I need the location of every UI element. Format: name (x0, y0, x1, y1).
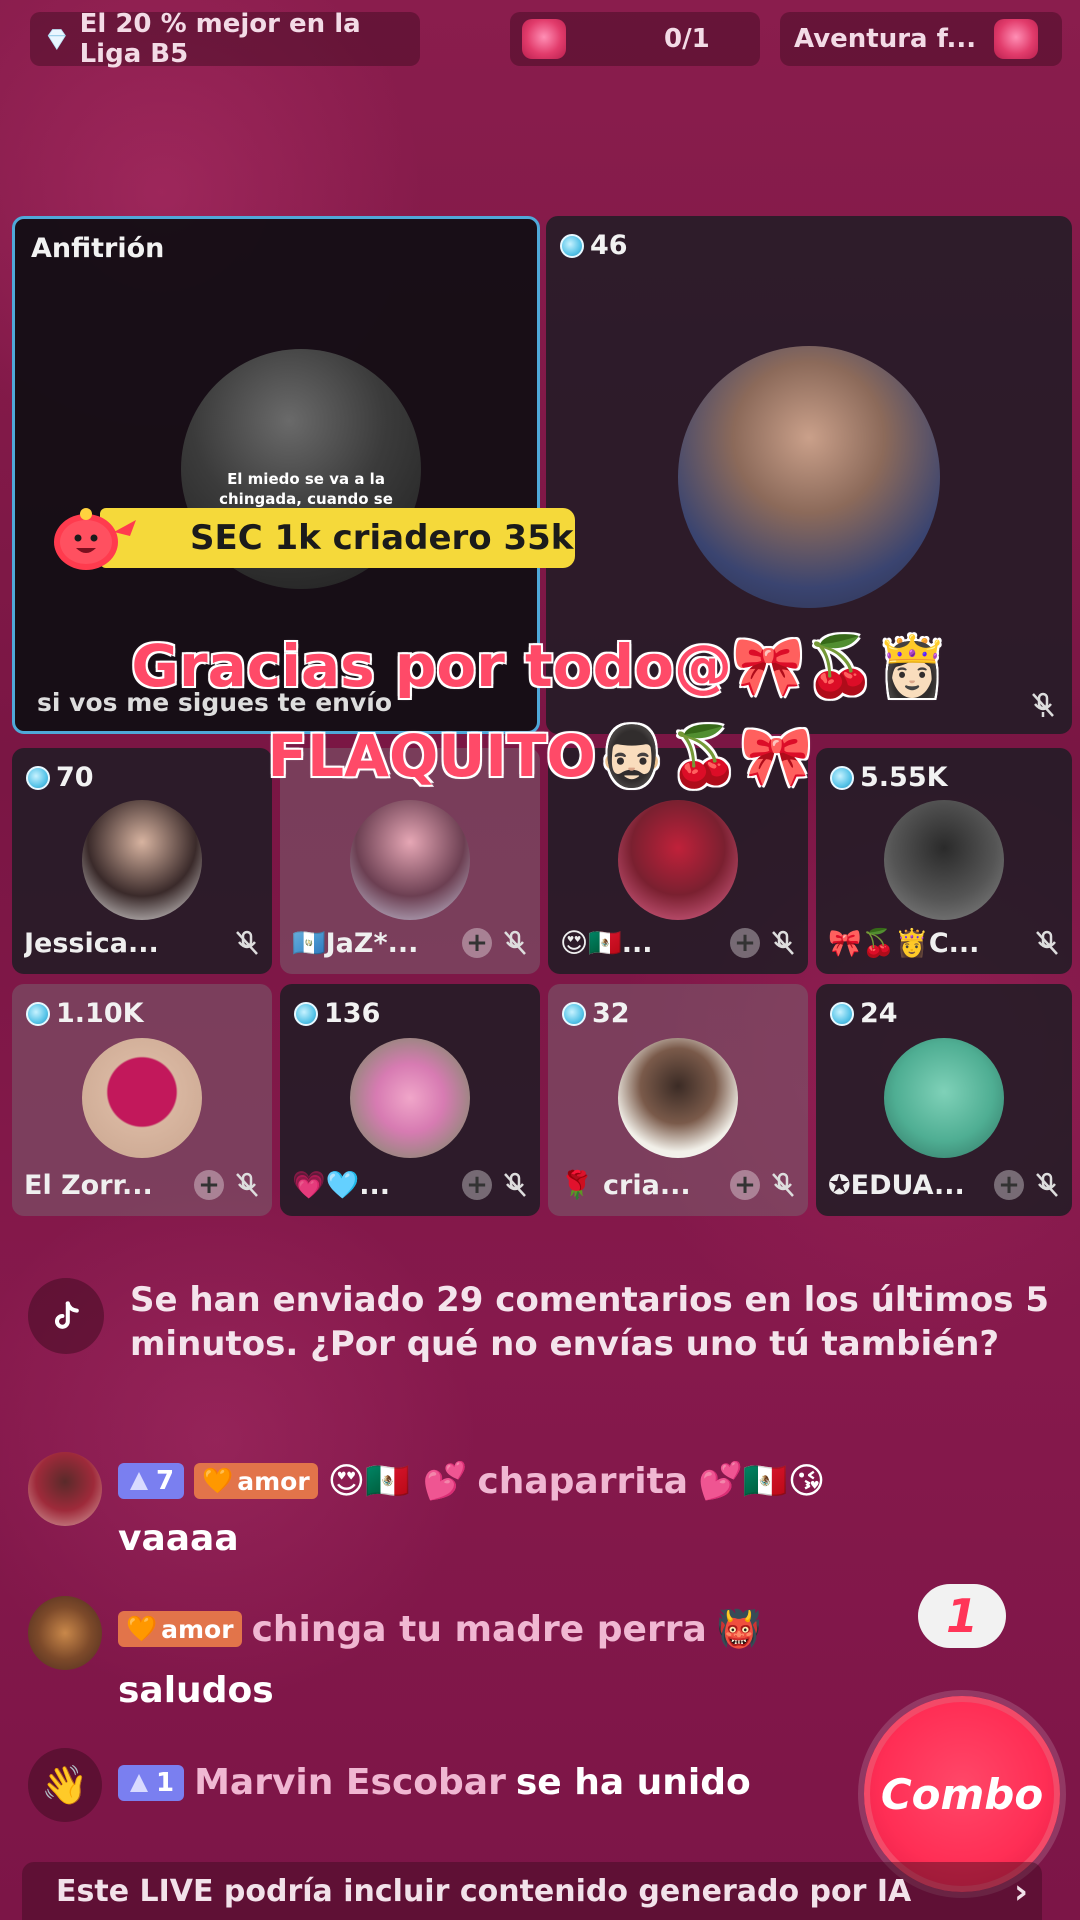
guest-seat-6[interactable]: 1.10K El Zorr... + (12, 984, 272, 1216)
guest-seat-8[interactable]: 32 🌹 cria... + (548, 984, 808, 1216)
add-friend-button[interactable]: + (994, 1170, 1024, 1200)
adventure-text: Aventura f... (794, 24, 977, 54)
gift-progress-text: 0/1 (664, 24, 710, 54)
ai-notice-text: Este LIVE podría incluir contenido gener… (56, 1873, 912, 1909)
chat-message-text: saludos (118, 1670, 274, 1711)
treasure-chest-icon (994, 19, 1039, 59)
coin-icon (562, 1001, 586, 1026)
guest-seat-9[interactable]: 24 ✪EDUA... + (816, 984, 1072, 1216)
guest-avatar (350, 800, 470, 920)
add-friend-button[interactable]: + (462, 928, 492, 958)
coin-icon (560, 233, 584, 258)
league-rank-pill[interactable]: El 20 % mejor en la Liga B5 (30, 9, 420, 69)
league-rank-text: El 20 % mejor en la Liga B5 (79, 9, 361, 69)
user-avatar[interactable] (28, 1452, 102, 1526)
guest-avatar (884, 800, 1004, 920)
guest-avatar (82, 1038, 202, 1158)
guest-seat-7[interactable]: 136 💗🩵... + (280, 984, 540, 1216)
chevron-right-icon: › (1013, 1872, 1028, 1912)
mascot-icon (54, 508, 136, 570)
mic-muted-icon (504, 1172, 526, 1197)
level-icon (130, 1472, 148, 1490)
seat-name: 💗🩵... (292, 1170, 391, 1201)
seat-coins: 136 (294, 998, 380, 1029)
coin-icon (26, 1001, 50, 1026)
username-prefix-emoji: 😍🇲🇽 💕 (327, 1461, 468, 1502)
seat-name: 🎀🍒👸C... (828, 928, 980, 959)
mic-muted-icon (236, 930, 258, 955)
goal-text: SEC 1k criadero 35k (100, 508, 575, 568)
fan-badge: 🧡 amor (118, 1611, 242, 1647)
mic-muted-icon (236, 1172, 258, 1197)
seat-coins: 46 (560, 230, 628, 261)
gift-box-icon (522, 19, 566, 59)
mic-muted-icon (504, 930, 526, 955)
ai-content-notice[interactable]: Este LIVE podría incluir contenido gener… (22, 1862, 1042, 1920)
level-badge: 7 (118, 1463, 185, 1499)
seat-coins: 32 (562, 998, 630, 1029)
guest-avatar (82, 800, 202, 920)
seat-name: 🌹 cria... (560, 1170, 691, 1201)
mic-muted-icon (772, 1172, 794, 1197)
mic-muted-icon (1036, 1172, 1058, 1197)
username-suffix-emoji: 💕🇲🇽😘 (698, 1461, 826, 1502)
wave-icon: 👋 (28, 1748, 102, 1822)
username-suffix-emoji: 👹 (716, 1609, 762, 1650)
add-friend-button[interactable]: + (730, 928, 760, 958)
seat-name: 😍🇲🇽... (560, 928, 653, 959)
add-friend-button[interactable]: + (730, 1170, 760, 1200)
seat-name: El Zorr... (24, 1169, 153, 1201)
guest-avatar (678, 346, 940, 608)
system-message: Se han enviado 29 comentarios en los últ… (28, 1278, 1058, 1366)
combo-count-badge: 1 (918, 1584, 1006, 1648)
chat-message[interactable]: 🧡 amor chinga tu madre perra 👹 saludos (28, 1596, 1028, 1711)
goal-banner[interactable]: SEC 1k criadero 35k (40, 502, 575, 574)
adventure-pill[interactable]: Aventura f... (780, 12, 1062, 66)
overlay-caption-line-1: Gracias por todo@🎀🍒👸🏻 (131, 632, 949, 700)
guest-avatar (618, 800, 738, 920)
coin-icon (830, 1001, 854, 1026)
coin-icon (294, 1001, 318, 1026)
seat-name: Jessica... (24, 927, 159, 959)
seat-name: 🇬🇹JaZ*... (292, 928, 419, 959)
guest-avatar (618, 1038, 738, 1158)
joined-username[interactable]: Marvin Escobar (194, 1762, 506, 1803)
chat-message[interactable]: 7 🧡 amor 😍🇲🇽 💕 chaparrita 💕🇲🇽😘 vaaaa (28, 1452, 1028, 1562)
overlay-caption-line-2: FLAQUITO🧔🏻‍♂️🍒🎀 (267, 722, 813, 790)
seat-coins: 1.10K (26, 998, 144, 1029)
add-friend-button[interactable]: + (462, 1170, 492, 1200)
guest-avatar (884, 1038, 1004, 1158)
user-avatar[interactable] (28, 1596, 102, 1670)
system-message-text: Se han enviado 29 comentarios en los últ… (130, 1280, 1050, 1364)
level-badge: 1 (118, 1764, 185, 1801)
heart-icon: 🧡 (126, 1614, 158, 1643)
tiktok-icon (28, 1278, 104, 1354)
mic-muted-icon (772, 930, 794, 955)
add-friend-button[interactable]: + (194, 1170, 224, 1200)
gift-progress-pill[interactable]: 0/1 (510, 12, 760, 66)
host-label: Anfitrión (31, 233, 165, 264)
guest-avatar (350, 1038, 470, 1158)
join-action-text: se ha unido (515, 1762, 751, 1803)
chat-message-text: vaaaa (118, 1518, 239, 1559)
heart-icon: 🧡 (202, 1466, 234, 1495)
fan-badge: 🧡 amor (194, 1463, 318, 1499)
level-icon (130, 1773, 148, 1792)
chat-username[interactable]: chaparrita (477, 1461, 688, 1502)
seat-name: ✪EDUA... (828, 1169, 965, 1201)
mic-muted-icon (1036, 930, 1058, 955)
seat-coins: 24 (830, 998, 898, 1029)
diamond-icon (47, 29, 66, 51)
chat-username[interactable]: chinga tu madre perra (252, 1609, 707, 1650)
